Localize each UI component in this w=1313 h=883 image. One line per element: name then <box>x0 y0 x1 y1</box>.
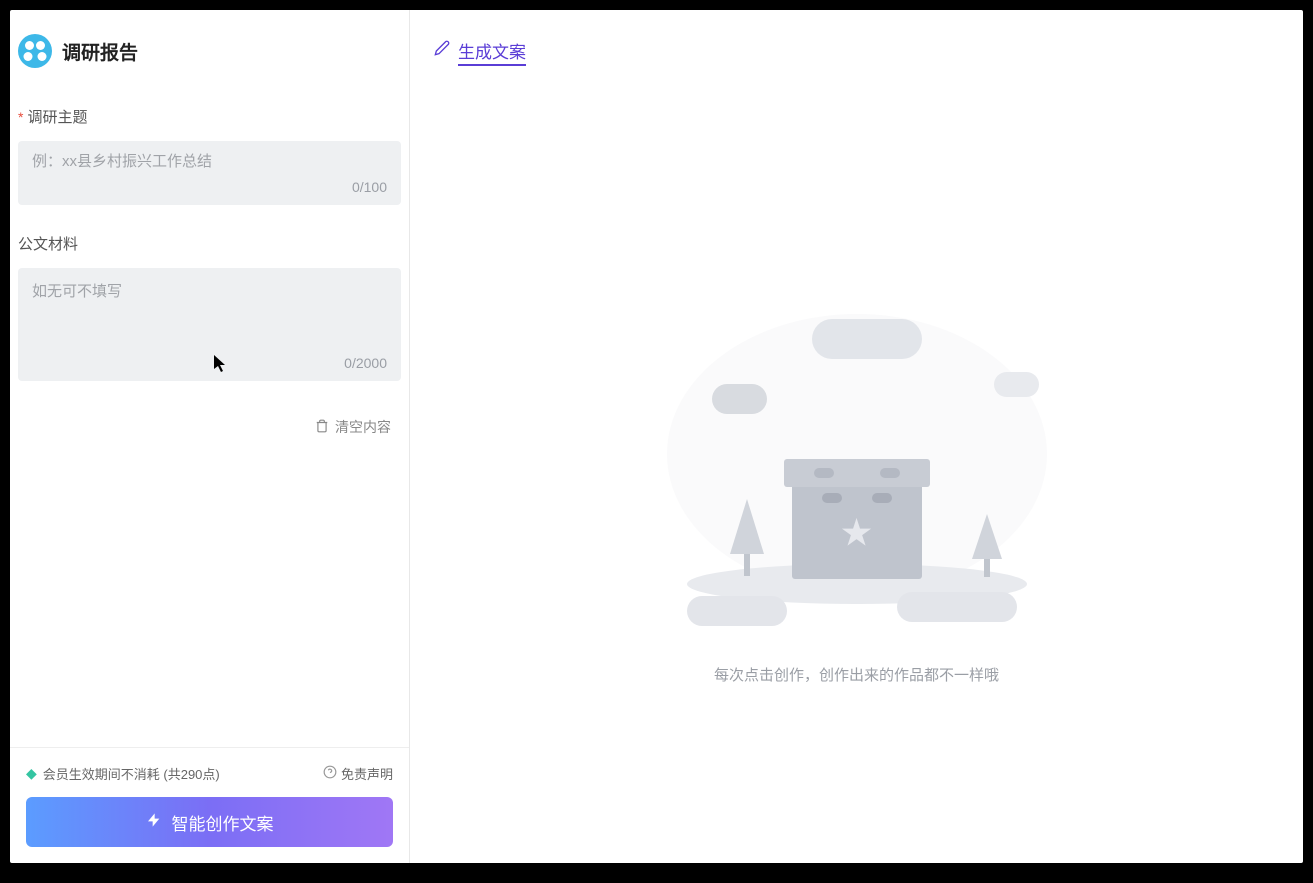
disclaimer-link[interactable]: 免责声明 <box>323 764 393 783</box>
material-label-text: 公文材料 <box>18 233 78 254</box>
main-header: 生成文案 <box>434 38 1279 63</box>
form-section: * 调研主题 0/100 公文材料 0/2000 <box>10 96 409 747</box>
cloud-icon <box>812 319 922 359</box>
topic-char-counter: 0/100 <box>32 179 387 195</box>
generate-tab-link[interactable]: 生成文案 <box>458 38 526 63</box>
clear-label: 清空内容 <box>335 417 391 437</box>
sidebar-footer: ◆ 会员生效期间不消耗 (共290点) 免责声明 <box>10 747 409 863</box>
sidebar: 调研报告 * 调研主题 0/100 公文材料 0/2000 <box>10 10 410 863</box>
empty-state: ★ 每次点击创作，创作出来的作品都不一样哦 <box>434 143 1279 835</box>
tree-icon <box>722 499 772 589</box>
main-panel: 生成文案 <box>410 10 1303 863</box>
info-icon <box>323 765 337 782</box>
star-icon: ★ <box>839 510 873 555</box>
cloud-icon <box>994 372 1039 397</box>
pencil-icon <box>434 40 450 61</box>
app-logo-icon <box>18 34 52 68</box>
material-textarea[interactable] <box>32 280 387 330</box>
box-icon: ★ <box>792 459 922 579</box>
material-input-wrap: 0/2000 <box>18 268 401 381</box>
topic-input-wrap: 0/100 <box>18 141 401 205</box>
tree-icon <box>967 514 1007 589</box>
generate-button[interactable]: 智能创作文案 <box>26 797 393 847</box>
membership-info: ◆ 会员生效期间不消耗 (共290点) <box>26 764 220 783</box>
topic-input[interactable] <box>32 153 387 170</box>
page-title: 调研报告 <box>62 38 138 65</box>
sidebar-header: 调研报告 <box>10 10 409 96</box>
cloud-icon <box>712 384 767 414</box>
trash-icon <box>315 419 329 436</box>
diamond-icon: ◆ <box>26 765 37 782</box>
topic-label: * 调研主题 <box>18 106 401 127</box>
empty-illustration: ★ <box>657 294 1057 634</box>
membership-text: 会员生效期间不消耗 (共290点) <box>43 764 220 783</box>
material-char-counter: 0/2000 <box>32 355 387 371</box>
required-asterisk: * <box>18 109 23 125</box>
clear-row: 清空内容 <box>18 411 401 438</box>
generate-label: 智能创作文案 <box>172 810 274 835</box>
empty-state-text: 每次点击创作，创作出来的作品都不一样哦 <box>714 664 999 685</box>
footer-info: ◆ 会员生效期间不消耗 (共290点) 免责声明 <box>26 764 393 783</box>
lightning-icon <box>146 811 162 834</box>
clear-button[interactable]: 清空内容 <box>315 417 391 437</box>
disclaimer-label: 免责声明 <box>341 764 393 783</box>
material-label: 公文材料 <box>18 233 401 254</box>
topic-label-text: 调研主题 <box>27 106 87 127</box>
